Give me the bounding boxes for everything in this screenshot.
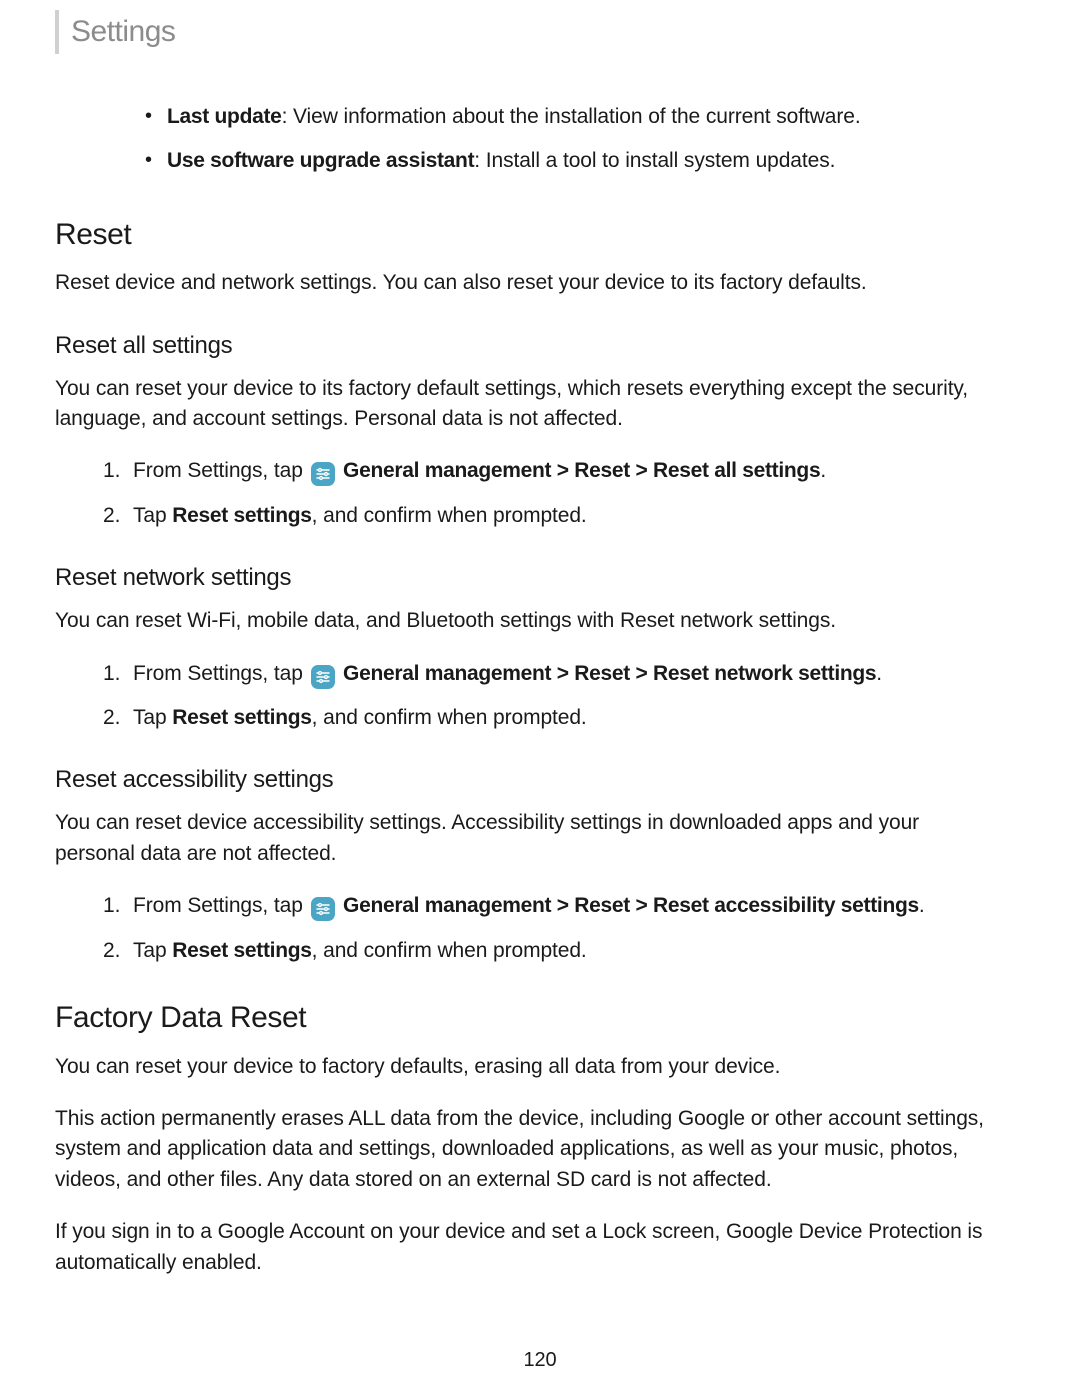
step-suffix: . <box>876 662 882 685</box>
general-management-icon <box>311 897 335 921</box>
step-path: General management > Reset > Reset netwo… <box>338 662 877 685</box>
factory-p1: You can reset your device to factory def… <box>55 1052 1000 1082</box>
page: Settings Last update: View information a… <box>0 0 1080 1397</box>
step-text: Tap <box>133 706 172 729</box>
bullet-desc: : View information about the installatio… <box>282 105 861 128</box>
bullet-desc: : Install a tool to install system updat… <box>474 149 835 172</box>
general-management-icon <box>311 462 335 486</box>
step-text: From Settings, tap <box>133 459 309 482</box>
step: Tap Reset settings, and confirm when pro… <box>103 936 1000 966</box>
reset-network-steps: From Settings, tap General management > … <box>103 659 1000 734</box>
section-reset-network: Reset network settings You can reset Wi-… <box>55 561 1000 733</box>
step: Tap Reset settings, and confirm when pro… <box>103 703 1000 733</box>
step-bold: Reset settings <box>172 706 311 729</box>
section-reset-all: Reset all settings You can reset your de… <box>55 329 1000 532</box>
step-suffix: . <box>820 459 826 482</box>
reset-all-steps: From Settings, tap General management > … <box>103 456 1000 531</box>
heading-reset-accessibility: Reset accessibility settings <box>55 763 1000 798</box>
step-suffix: , and confirm when prompted. <box>312 504 587 527</box>
reset-accessibility-intro: You can reset device accessibility setti… <box>55 808 1000 869</box>
step-path: General management > Reset > Reset all s… <box>338 459 821 482</box>
reset-network-intro: You can reset Wi-Fi, mobile data, and Bl… <box>55 606 1000 636</box>
reset-intro: Reset device and network settings. You c… <box>55 268 1000 298</box>
step-suffix: . <box>919 894 925 917</box>
general-management-icon <box>311 665 335 689</box>
header-title: Settings <box>71 10 175 54</box>
header-rule <box>55 10 59 54</box>
page-number: 120 <box>0 1346 1080 1375</box>
section-factory-reset: Factory Data Reset You can reset your de… <box>55 996 1000 1278</box>
step-bold: Reset settings <box>172 504 311 527</box>
reset-all-intro: You can reset your device to its factory… <box>55 374 1000 435</box>
heading-reset-all: Reset all settings <box>55 329 1000 364</box>
heading-reset: Reset <box>55 213 1000 257</box>
section-reset: Reset Reset device and network settings.… <box>55 213 1000 299</box>
reset-accessibility-steps: From Settings, tap General management > … <box>103 891 1000 966</box>
bullet-label: Use software upgrade assistant <box>167 149 474 172</box>
heading-factory-reset: Factory Data Reset <box>55 996 1000 1040</box>
factory-p2: This action permanently erases ALL data … <box>55 1104 1000 1195</box>
heading-reset-network: Reset network settings <box>55 561 1000 596</box>
bullet-last-update: Last update: View information about the … <box>145 102 1000 132</box>
step: From Settings, tap General management > … <box>103 456 1000 486</box>
step: From Settings, tap General management > … <box>103 659 1000 689</box>
intro-bullets: Last update: View information about the … <box>145 102 1000 177</box>
step-text: Tap <box>133 939 172 962</box>
step: From Settings, tap General management > … <box>103 891 1000 921</box>
step-text: From Settings, tap <box>133 894 309 917</box>
bullet-upgrade-assistant: Use software upgrade assistant: Install … <box>145 146 1000 176</box>
bullet-label: Last update <box>167 105 282 128</box>
page-header: Settings <box>55 10 1000 54</box>
step: Tap Reset settings, and confirm when pro… <box>103 501 1000 531</box>
factory-p3: If you sign in to a Google Account on yo… <box>55 1217 1000 1278</box>
step-suffix: , and confirm when prompted. <box>312 706 587 729</box>
step-path: General management > Reset > Reset acces… <box>338 894 919 917</box>
step-text: From Settings, tap <box>133 662 309 685</box>
step-bold: Reset settings <box>172 939 311 962</box>
section-reset-accessibility: Reset accessibility settings You can res… <box>55 763 1000 966</box>
step-suffix: , and confirm when prompted. <box>312 939 587 962</box>
step-text: Tap <box>133 504 172 527</box>
